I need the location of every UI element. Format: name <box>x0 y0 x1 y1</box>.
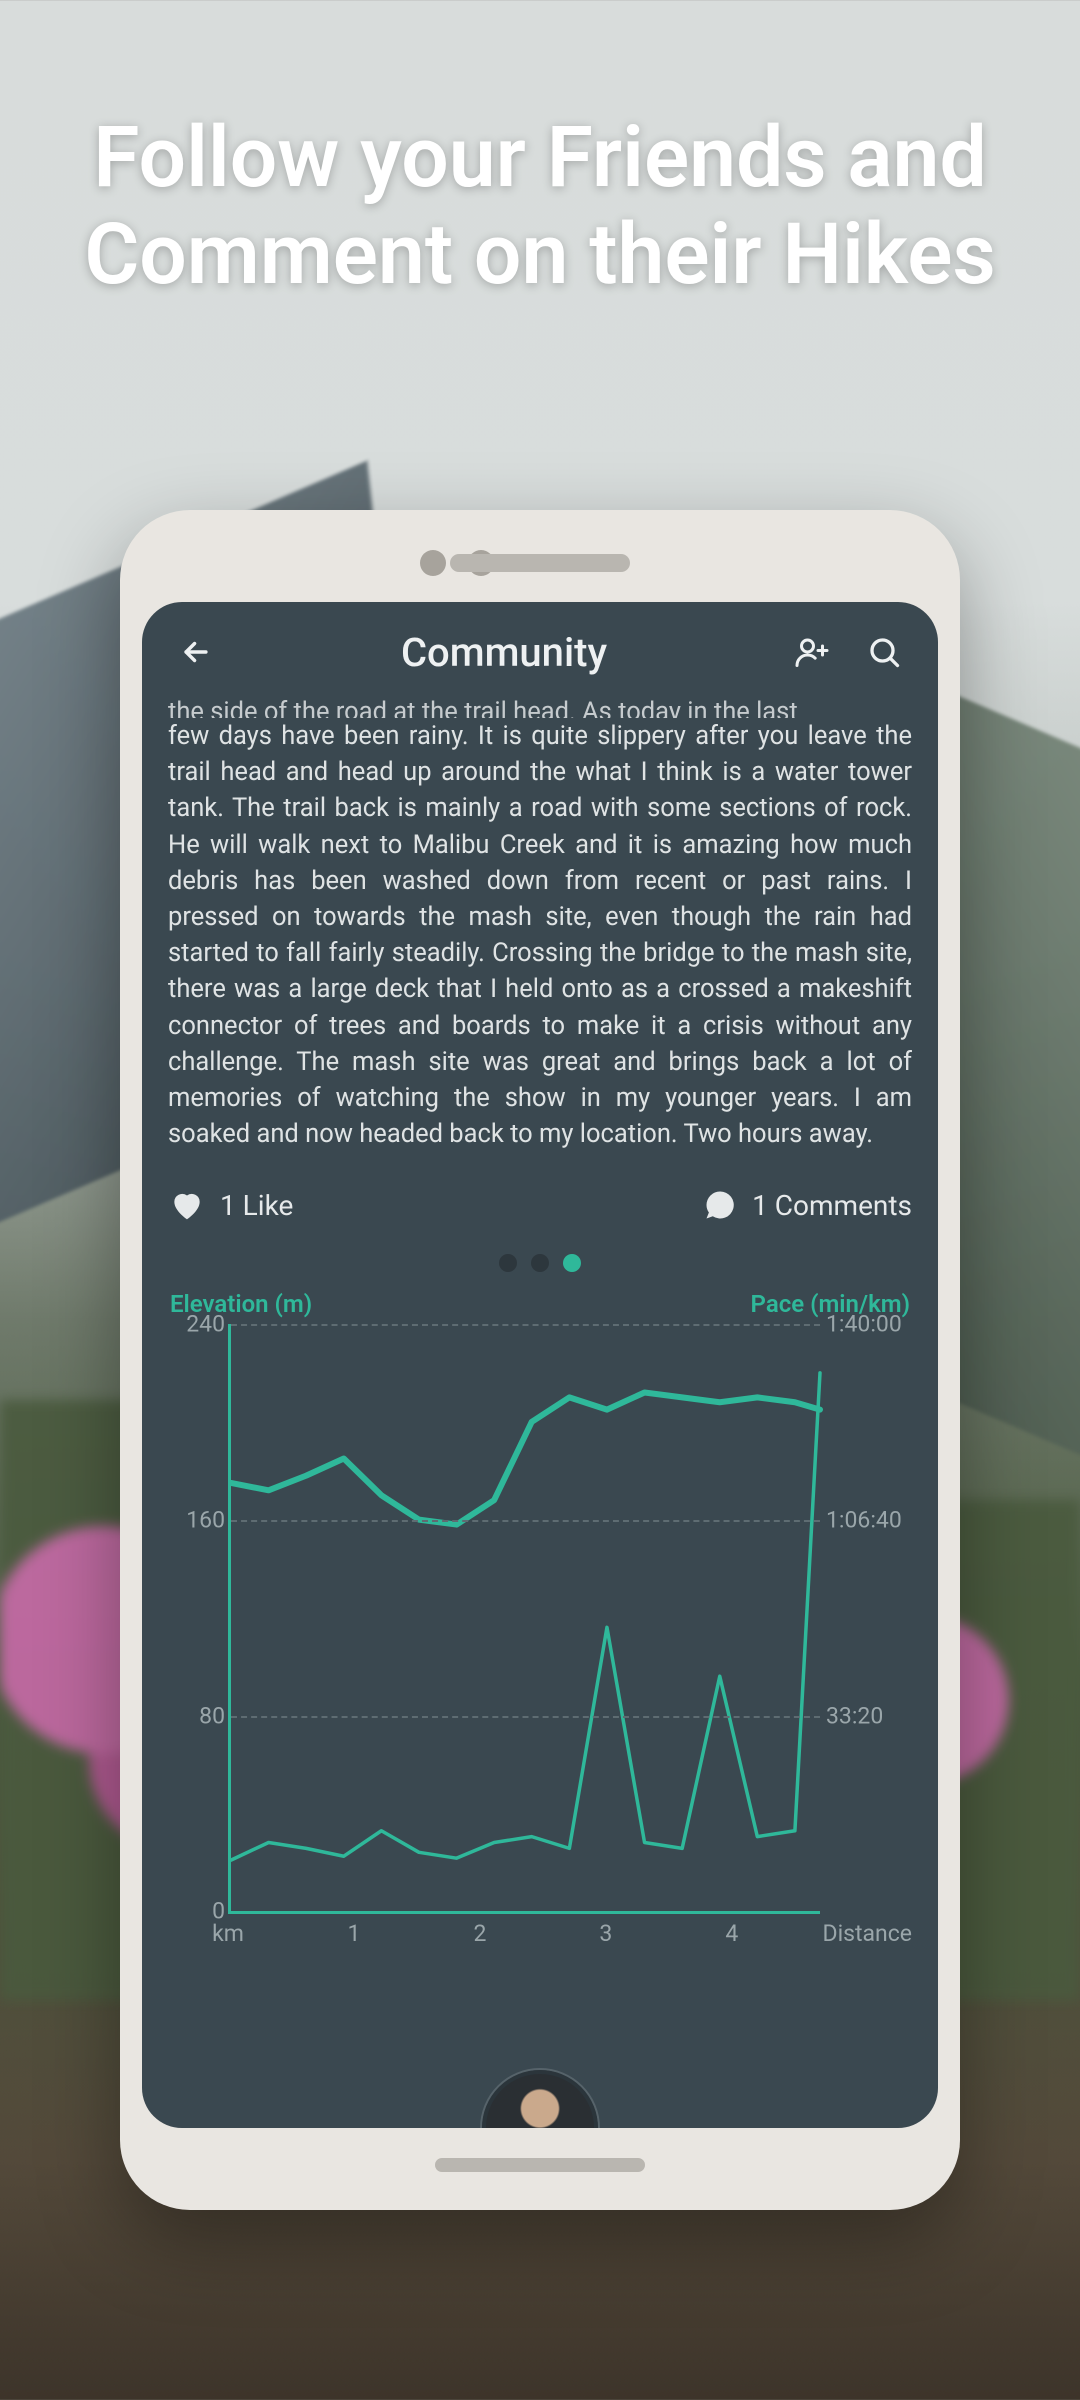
carousel-dot[interactable] <box>531 1254 549 1272</box>
x-axis-unit: km <box>212 1920 244 1947</box>
user-plus-icon <box>794 634 830 670</box>
x-tick: 2 <box>473 1920 486 1947</box>
y-left-tick: 240 <box>171 1311 225 1338</box>
x-axis-ticks: km Distance 1234 <box>228 1914 820 1954</box>
carousel-dot-active[interactable] <box>563 1254 581 1272</box>
device-speaker-bottom <box>435 2158 645 2172</box>
arrow-left-icon <box>179 635 213 669</box>
y-left-tick: 80 <box>171 1702 225 1729</box>
heart-icon <box>168 1186 206 1224</box>
page-title: Community <box>401 629 607 676</box>
y-right-tick: 1:06:40 <box>826 1507 916 1534</box>
device-camera-dot <box>420 550 446 576</box>
search-button[interactable] <box>860 628 908 676</box>
chart-plot-area: 08016024033:201:06:401:40:00 <box>228 1324 820 1914</box>
app-header: Community <box>142 602 938 688</box>
x-tick: 3 <box>599 1920 612 1947</box>
search-icon <box>866 634 902 670</box>
post-body-text: few days have been rainy. It is quite sl… <box>168 721 912 1149</box>
chart-svg <box>231 1324 820 1911</box>
x-tick: 1 <box>347 1920 360 1947</box>
y-right-tick: 33:20 <box>826 1702 916 1729</box>
add-friend-button[interactable] <box>788 628 836 676</box>
back-button[interactable] <box>172 628 220 676</box>
y-right-tick: 1:40:00 <box>826 1311 916 1338</box>
likes-count: 1 Like <box>220 1189 293 1222</box>
post-content: the side of the road at the trail head. … <box>142 694 938 1954</box>
device-frame: Community the side of the road at the tr… <box>120 510 960 2210</box>
next-post-avatar[interactable] <box>482 2070 598 2128</box>
promo-headline: Follow your Friends and Comment on their… <box>0 110 1080 303</box>
post-body[interactable]: the side of the road at the trail head. … <box>168 694 912 1152</box>
like-button[interactable]: 1 Like <box>168 1186 293 1224</box>
carousel-dot[interactable] <box>499 1254 517 1272</box>
comments-count: 1 Comments <box>752 1189 912 1222</box>
elevation-pace-chart[interactable]: Elevation (m) Pace (min/km) 08016024033:… <box>168 1290 912 1954</box>
engagement-bar: 1 Like 1 Comments <box>168 1186 912 1224</box>
x-tick: 4 <box>725 1920 738 1947</box>
carousel-dots[interactable] <box>168 1254 912 1272</box>
device-earpiece <box>450 554 630 572</box>
app-screen: Community the side of the road at the tr… <box>142 602 938 2128</box>
comments-button[interactable]: 1 Comments <box>702 1187 912 1223</box>
comment-icon <box>702 1187 738 1223</box>
x-axis-label: Distance <box>822 1920 912 1947</box>
y-left-tick: 160 <box>171 1507 225 1534</box>
post-body-clipped-line: the side of the road at the trail head. … <box>168 694 912 718</box>
